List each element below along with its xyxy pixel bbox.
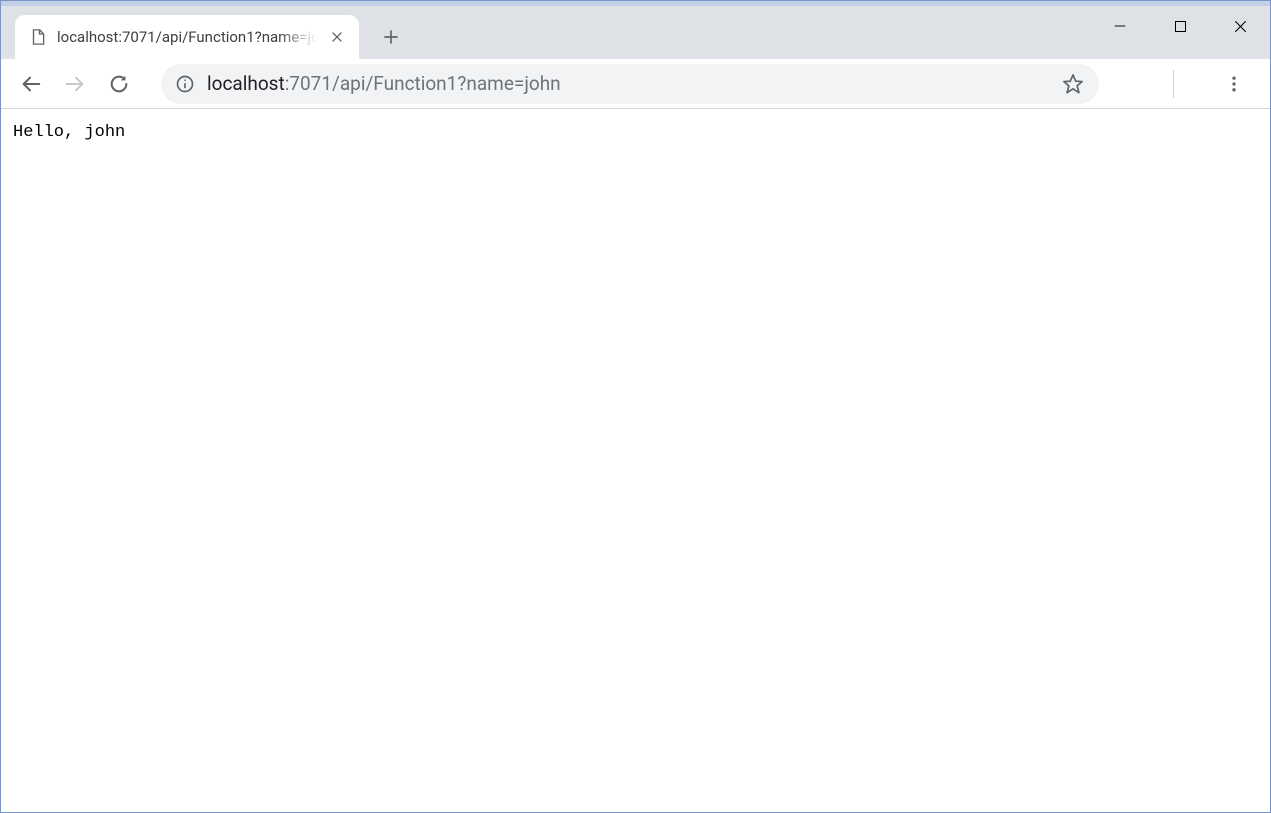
tab-bar: localhost:7071/api/Function1?name=john	[1, 1, 1270, 59]
url-host: localhost	[207, 72, 285, 95]
browser-tab[interactable]: localhost:7071/api/Function1?name=john	[15, 15, 359, 59]
bookmark-button[interactable]	[1061, 72, 1085, 96]
page-icon	[29, 28, 47, 46]
back-button[interactable]	[11, 64, 51, 104]
site-info-icon[interactable]	[175, 74, 195, 94]
reload-button[interactable]	[99, 64, 139, 104]
browser-window: localhost:7071/api/Function1?name=john	[1, 1, 1270, 812]
tab-title: localhost:7071/api/Function1?name=john	[57, 28, 317, 46]
forward-button	[55, 64, 95, 104]
close-window-button[interactable]	[1210, 6, 1270, 46]
content-area: Hello, john	[1, 109, 1270, 812]
page-body-text: Hello, john	[13, 123, 1258, 142]
toolbar: localhost:7071/api/Function1?name=john	[1, 59, 1270, 109]
close-tab-button[interactable]	[327, 27, 347, 47]
address-bar[interactable]: localhost:7071/api/Function1?name=john	[161, 64, 1099, 104]
minimize-button[interactable]	[1090, 6, 1150, 46]
url-path: :7071/api/Function1?name=john	[285, 72, 561, 95]
maximize-button[interactable]	[1150, 6, 1210, 46]
menu-button[interactable]	[1214, 64, 1254, 104]
window-controls	[1090, 6, 1270, 46]
toolbar-divider	[1173, 70, 1174, 98]
url-display: localhost:7071/api/Function1?name=john	[207, 72, 1049, 95]
new-tab-button[interactable]	[373, 19, 409, 55]
